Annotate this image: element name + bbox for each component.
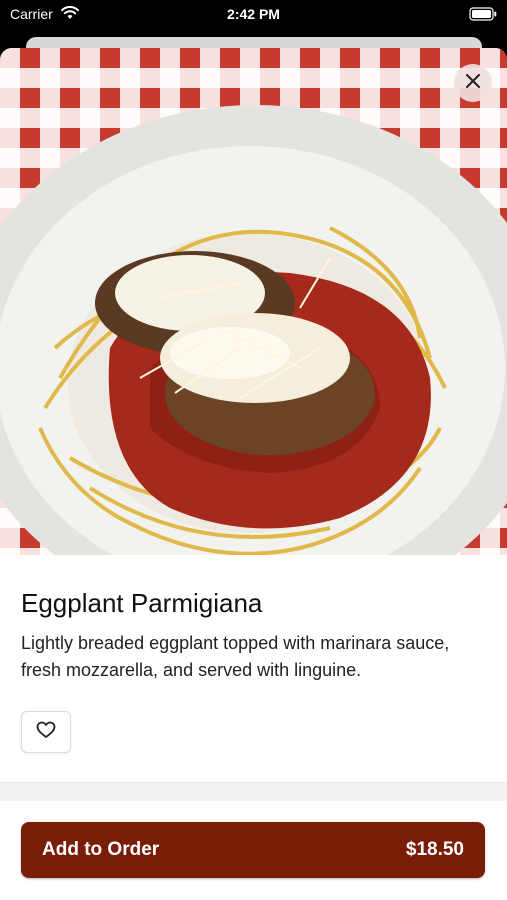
status-bar: Carrier 2:42 PM [0, 0, 507, 30]
clock: 2:42 PM [227, 6, 280, 22]
item-photo [0, 48, 507, 555]
close-button[interactable] [454, 64, 492, 102]
item-title: Eggplant Parmigiana [21, 588, 263, 618]
add-to-order-button[interactable]: Add to Order $18.50 [21, 822, 485, 878]
order-price: $18.50 [405, 839, 464, 860]
section-divider [0, 782, 507, 801]
close-icon [465, 73, 481, 94]
battery-icon [469, 7, 497, 24]
heart-icon [36, 721, 56, 744]
item-description: Lightly breaded eggplant topped with mar… [21, 633, 450, 680]
add-to-order-label: Add to Order [42, 839, 160, 860]
item-detail-sheet: Eggplant Parmigiana Lightly breaded eggp… [0, 48, 507, 900]
favorite-button[interactable] [21, 711, 71, 753]
